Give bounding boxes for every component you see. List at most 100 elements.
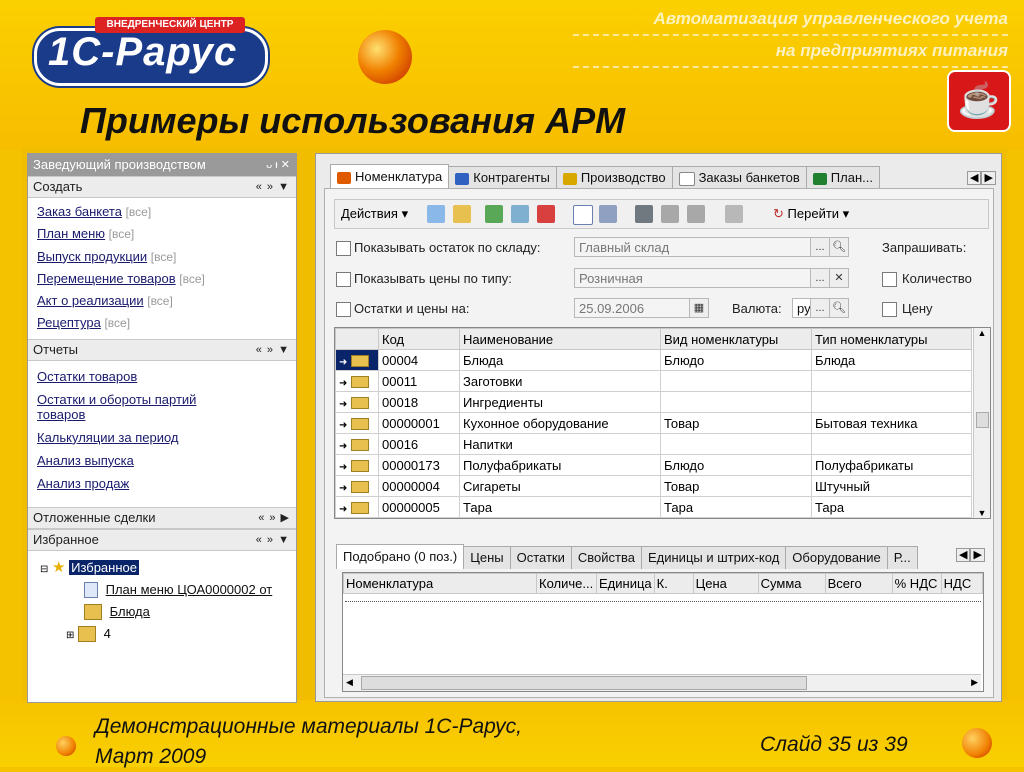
expand-arrow-icon[interactable]: ➜: [339, 420, 347, 431]
column-header[interactable]: Единица: [596, 573, 655, 594]
table-row[interactable]: ➜ 00004 Блюда Блюдо Блюда: [335, 349, 972, 371]
vertical-scrollbar[interactable]: ▲ ▼: [973, 328, 990, 518]
column-header[interactable]: Всего: [824, 573, 893, 594]
warehouse-field[interactable]: Главный склад: [574, 237, 812, 257]
scroll-thumb[interactable]: [976, 412, 989, 428]
filter-value-icon[interactable]: [661, 205, 679, 223]
list-item[interactable]: Рецептура [все]: [37, 312, 296, 334]
section-favorites[interactable]: Избранное « » ▼: [28, 528, 296, 551]
copy-icon[interactable]: [485, 205, 503, 223]
column-header[interactable]: Код: [378, 328, 460, 350]
scroll-left-icon[interactable]: ◀: [346, 677, 353, 688]
create-production-link[interactable]: Выпуск продукции: [37, 249, 147, 264]
add-icon[interactable]: [427, 205, 445, 223]
tree-node[interactable]: ⊞ 4: [32, 623, 292, 645]
all-link[interactable]: [все]: [179, 272, 205, 286]
tree-node-label[interactable]: Блюда: [110, 604, 150, 619]
section-controls[interactable]: « » ▼: [256, 340, 290, 360]
table-row[interactable]: ➜ 00000001 Кухонное оборудование Товар Б…: [335, 412, 972, 434]
tab-banquet-orders[interactable]: Заказы банкетов: [671, 166, 807, 189]
tab-selected[interactable]: Подобрано (0 поз.): [336, 544, 465, 569]
expand-arrow-icon[interactable]: ➜: [339, 504, 347, 515]
tab-nomenclature[interactable]: Номенклатура: [330, 164, 450, 189]
search-icon[interactable]: 🔍︎: [829, 298, 849, 318]
all-link[interactable]: [все]: [104, 316, 130, 330]
hierarchy-icon[interactable]: [573, 205, 593, 225]
tab-prices[interactable]: Цены: [463, 546, 511, 569]
column-header[interactable]: % НДС: [891, 573, 942, 594]
close-icon[interactable]: ✕: [281, 159, 290, 171]
section-deferred[interactable]: Отложенные сделки « » ▶: [28, 506, 296, 529]
list-item[interactable]: План меню [все]: [37, 223, 296, 245]
arrow-right-icon[interactable]: ▶: [981, 171, 996, 185]
search-icon[interactable]: 🔍︎: [829, 237, 849, 257]
select-button[interactable]: ...: [810, 268, 830, 288]
section-controls[interactable]: « » ▼: [256, 177, 290, 197]
expand-arrow-icon[interactable]: ➜: [339, 462, 347, 473]
tab-contractors[interactable]: Контрагенты: [448, 166, 557, 189]
edit-icon[interactable]: [511, 205, 529, 223]
all-link[interactable]: [все]: [151, 250, 177, 264]
expand-icon[interactable]: ⊞: [66, 630, 74, 641]
select-button[interactable]: ...: [810, 237, 830, 257]
arrow-left-icon[interactable]: ◀: [956, 548, 971, 562]
tree-node-label[interactable]: План меню ЦОА0000002 от: [106, 582, 273, 597]
create-recipe-link[interactable]: Рецептура: [37, 315, 101, 330]
scroll-right-icon[interactable]: ▶: [971, 677, 978, 688]
show-prices-checkbox[interactable]: [336, 272, 351, 287]
column-header[interactable]: Номенклатура: [343, 573, 537, 594]
section-controls[interactable]: « » ▶: [258, 508, 290, 528]
expand-arrow-icon[interactable]: ➜: [339, 357, 347, 368]
tab-properties[interactable]: Свойства: [570, 546, 642, 569]
scroll-down-icon[interactable]: ▼: [974, 508, 990, 518]
table-row[interactable]: ➜ 00018 Ингредиенты: [335, 391, 972, 413]
ask-price-checkbox[interactable]: [882, 302, 897, 317]
expand-arrow-icon[interactable]: ➜: [339, 399, 347, 410]
arrow-left-icon[interactable]: ◀: [967, 171, 982, 185]
table-row[interactable]: ➜ 00011 Заготовки: [335, 370, 972, 392]
tree-node[interactable]: Блюда: [32, 601, 292, 623]
tab-equipment[interactable]: Оборудование: [785, 546, 888, 569]
report-link[interactable]: Остатки товаров: [37, 369, 296, 384]
all-link[interactable]: [все]: [147, 294, 173, 308]
table-row[interactable]: ➜ 00000005 Тара Тара Тара: [335, 496, 972, 518]
arrow-right-icon[interactable]: ▶: [970, 548, 985, 562]
list-item[interactable]: Выпуск продукции [все]: [37, 246, 296, 268]
tab-more[interactable]: Р...: [886, 546, 918, 569]
filter-list-icon[interactable]: [687, 205, 705, 223]
price-type-field[interactable]: Розничная: [574, 268, 812, 288]
tab-scroll-arrows[interactable]: ◀ ▶: [967, 171, 996, 185]
actions-menu[interactable]: Действия ▾: [341, 200, 408, 228]
list-item[interactable]: Перемещение товаров [все]: [37, 268, 296, 290]
ask-quantity-checkbox[interactable]: [882, 272, 897, 287]
clear-filter-icon[interactable]: [725, 205, 743, 223]
scroll-up-icon[interactable]: ▲: [974, 328, 990, 338]
table-row[interactable]: ➜ 00000173 Полуфабрикаты Блюдо Полуфабри…: [335, 454, 972, 476]
report-link[interactable]: Остатки и обороты партий товаров: [37, 392, 227, 422]
column-header[interactable]: Сумма: [757, 573, 826, 594]
column-header[interactable]: Количе...: [536, 573, 597, 594]
select-button[interactable]: ...: [810, 298, 830, 318]
section-controls[interactable]: « » ▼: [256, 530, 290, 550]
delete-icon[interactable]: [537, 205, 555, 223]
goto-menu[interactable]: ↻ Перейти ▾: [773, 200, 849, 228]
section-create[interactable]: Создать « » ▼: [28, 176, 296, 198]
tree-node[interactable]: План меню ЦОА0000002 от: [32, 579, 292, 601]
stock-date-checkbox[interactable]: [336, 302, 351, 317]
date-field[interactable]: 25.09.2006: [574, 298, 690, 318]
show-stock-checkbox[interactable]: [336, 241, 351, 256]
create-transfer-link[interactable]: Перемещение товаров: [37, 271, 176, 286]
calendar-icon[interactable]: ▦: [689, 298, 709, 318]
level-up-icon[interactable]: [599, 205, 617, 223]
report-link[interactable]: Анализ продаж: [37, 476, 296, 491]
tree-node-label[interactable]: 4: [104, 626, 111, 641]
table-row[interactable]: ➜ 00016 Напитки: [335, 433, 972, 455]
create-menu-plan-link[interactable]: План меню: [37, 226, 105, 241]
column-header[interactable]: Цена: [692, 573, 759, 594]
all-link[interactable]: [все]: [109, 227, 135, 241]
pushpin-icon[interactable]: ᵻ: [275, 159, 277, 171]
column-header[interactable]: НДС: [940, 573, 984, 594]
expand-arrow-icon[interactable]: ➜: [339, 378, 347, 389]
tab-plan[interactable]: План...: [805, 166, 880, 189]
column-header[interactable]: Наименование: [459, 328, 661, 350]
